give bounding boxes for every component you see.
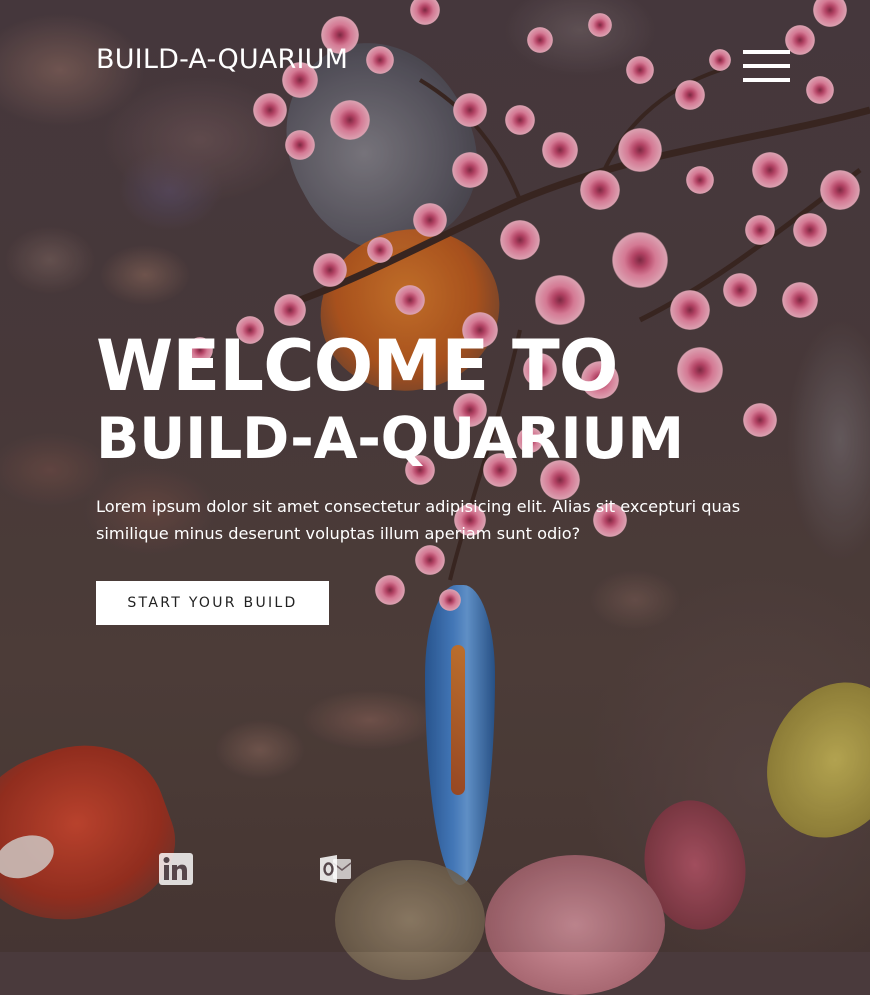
menu-bar xyxy=(743,50,790,54)
linkedin-icon[interactable] xyxy=(159,853,193,885)
hero-title-line1: WELCOME TO xyxy=(96,325,618,407)
brand-logo-text[interactable]: BUILD-A-QUARIUM xyxy=(96,44,348,75)
menu-bar xyxy=(743,78,790,82)
outlook-icon[interactable] xyxy=(319,853,353,885)
start-build-button[interactable]: START YOUR BUILD xyxy=(96,581,329,625)
menu-bar xyxy=(743,64,790,68)
hero-description: Lorem ipsum dolor sit amet consectetur a… xyxy=(96,497,741,543)
hero-title-line2: BUILD-A-QUARIUM xyxy=(96,406,684,472)
hamburger-menu-icon[interactable] xyxy=(743,50,790,82)
hero-section: WELCOME TO BUILD-A-QUARIUM Lorem ipsum d… xyxy=(96,325,776,547)
